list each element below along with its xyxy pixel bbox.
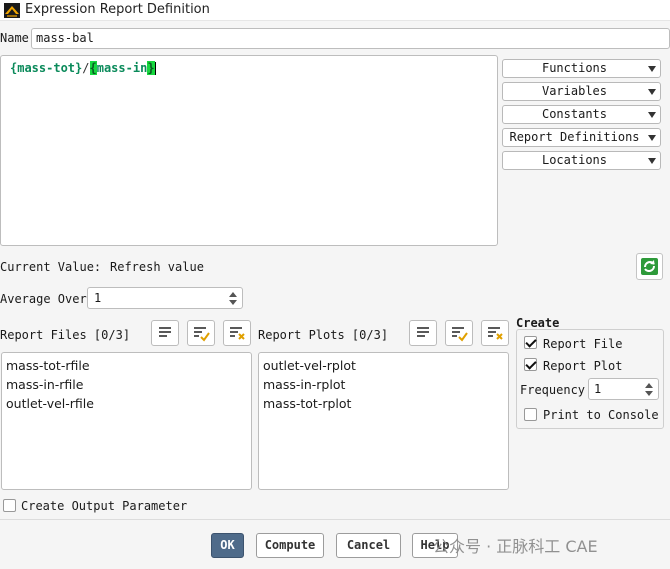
chevron-down-icon xyxy=(648,135,656,141)
list-item[interactable]: outlet-vel-rfile xyxy=(6,394,247,413)
locations-dropdown[interactable]: Locations xyxy=(502,151,661,170)
locations-label: Locations xyxy=(541,153,608,167)
watermark-text: 公众号 · 正脉科工 CAE xyxy=(433,537,598,556)
list-icon xyxy=(159,327,171,337)
name-label: Name xyxy=(0,31,29,45)
variables-dropdown[interactable]: Variables xyxy=(502,82,661,101)
deselect-files-button[interactable] xyxy=(223,320,251,346)
list-clear-icon xyxy=(488,327,503,340)
print-console-checkbox[interactable] xyxy=(524,408,537,421)
average-over-value: 1 xyxy=(94,291,102,305)
average-over-spinner[interactable]: 1 xyxy=(87,287,243,309)
frequency-value: 1 xyxy=(594,382,602,396)
current-value-label: Current Value: xyxy=(0,260,102,274)
report-definitions-label: Report Definitions xyxy=(509,130,640,144)
text-caret xyxy=(154,62,156,75)
list-check-icon xyxy=(452,327,468,342)
chevron-down-icon xyxy=(648,112,656,118)
functions-dropdown[interactable]: Functions xyxy=(502,59,661,78)
report-file-label: Report File xyxy=(543,337,623,351)
frequency-spinner[interactable]: 1 xyxy=(588,378,659,400)
report-files-list[interactable]: mass-tot-rfile mass-in-rfile outlet-vel-… xyxy=(1,352,252,490)
functions-label: Functions xyxy=(541,61,608,75)
report-plots-label: Report Plots [0/3] xyxy=(258,328,389,342)
frequency-label: Frequency xyxy=(520,383,586,397)
select-all-files-button[interactable] xyxy=(151,320,179,346)
variables-label: Variables xyxy=(541,84,608,98)
list-check-icon xyxy=(194,327,210,342)
expr-operator: / xyxy=(82,61,90,75)
output-param-label: Create Output Parameter xyxy=(21,499,188,513)
app-icon xyxy=(4,3,20,18)
chevron-down-icon xyxy=(648,89,656,95)
ok-button[interactable]: OK xyxy=(211,533,244,558)
deselect-plots-button[interactable] xyxy=(481,320,509,346)
list-icon xyxy=(417,327,429,337)
average-over-label: Average Over xyxy=(0,292,87,306)
name-input[interactable]: mass-bal xyxy=(31,28,670,49)
check-files-button[interactable] xyxy=(187,320,215,346)
compute-button[interactable]: Compute xyxy=(256,533,324,558)
cancel-button[interactable]: Cancel xyxy=(336,533,401,558)
report-plot-label: Report Plot xyxy=(543,359,623,373)
report-plot-checkbox[interactable] xyxy=(524,358,537,371)
list-clear-icon xyxy=(230,327,245,340)
list-item[interactable]: outlet-vel-rplot xyxy=(263,356,504,375)
expr-term-mass-in: mass-in xyxy=(96,61,148,75)
chevron-down-icon xyxy=(648,66,656,72)
expr-term-mass-tot: mass-tot xyxy=(17,61,76,75)
output-param-checkbox[interactable] xyxy=(3,499,16,512)
report-files-label: Report Files [0/3] xyxy=(0,328,131,342)
constants-dropdown[interactable]: Constants xyxy=(502,105,661,124)
refresh-button[interactable] xyxy=(636,253,663,280)
expression-editor[interactable]: {mass-tot}/{mass-in} xyxy=(0,55,498,246)
window-title: Expression Report Definition xyxy=(25,2,210,17)
current-value-text: Refresh value xyxy=(110,260,204,274)
report-file-checkbox[interactable] xyxy=(524,336,537,349)
list-item[interactable]: mass-in-rplot xyxy=(263,375,504,394)
list-item[interactable]: mass-tot-rfile xyxy=(6,356,247,375)
check-plots-button[interactable] xyxy=(445,320,473,346)
expr-brace-highlighted: } xyxy=(147,61,155,75)
select-all-plots-button[interactable] xyxy=(409,320,437,346)
print-console-label: Print to Console xyxy=(543,408,659,422)
spin-up-icon[interactable] xyxy=(645,383,653,388)
list-item[interactable]: mass-in-rfile xyxy=(6,375,247,394)
expr-brace-highlighted: { xyxy=(89,61,97,75)
spin-down-icon[interactable] xyxy=(229,300,237,305)
spin-up-icon[interactable] xyxy=(229,292,237,297)
spin-down-icon[interactable] xyxy=(645,391,653,396)
constants-label: Constants xyxy=(541,107,608,121)
report-definitions-dropdown[interactable]: Report Definitions xyxy=(502,128,661,147)
refresh-icon xyxy=(641,258,658,275)
create-heading: Create xyxy=(516,316,560,330)
chevron-down-icon xyxy=(648,158,656,164)
report-plots-list[interactable]: outlet-vel-rplot mass-in-rplot mass-tot-… xyxy=(258,352,509,490)
divider xyxy=(0,519,670,520)
list-item[interactable]: mass-tot-rplot xyxy=(263,394,504,413)
